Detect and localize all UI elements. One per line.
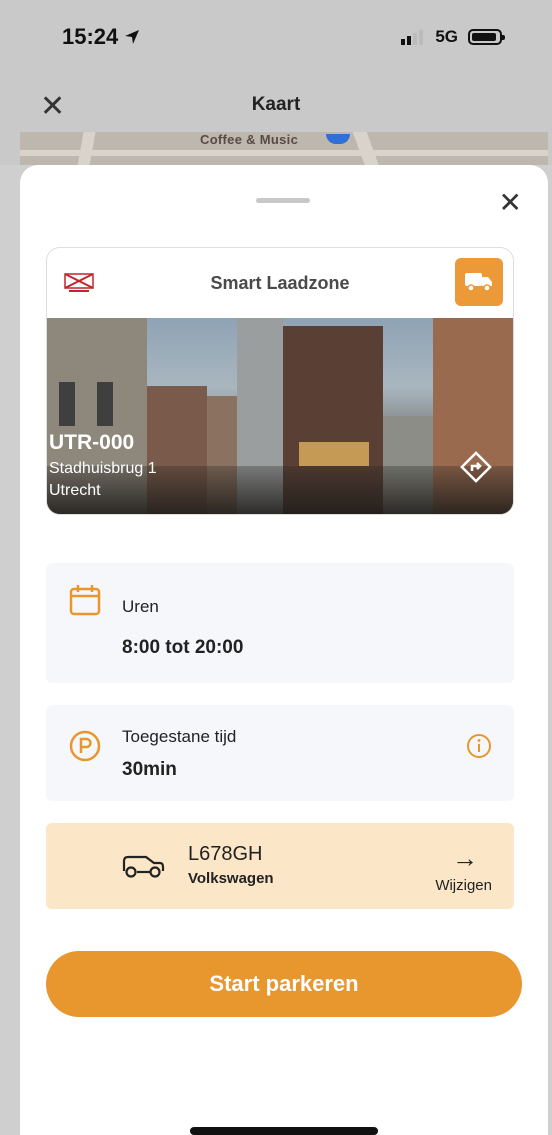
signal-icon bbox=[401, 30, 424, 45]
zone-card: Smart Laadzone UTR-000 Stadhuisbrug 1 Ut… bbox=[46, 247, 514, 515]
allowed-time-value: 30min bbox=[122, 759, 177, 780]
start-parking-button[interactable]: Start parkeren bbox=[46, 951, 522, 1017]
zone-title: Smart Laadzone bbox=[210, 272, 350, 293]
map-poi-label: Coffee & Music bbox=[200, 132, 299, 147]
truck-badge bbox=[455, 258, 503, 306]
change-vehicle-link[interactable]: Wijzigen bbox=[435, 877, 492, 894]
status-time: 15:24 bbox=[62, 24, 140, 50]
hours-label: Uren bbox=[122, 597, 159, 616]
municipality-logo-icon bbox=[64, 273, 94, 292]
hours-box: Uren 8:00 tot 20:00 bbox=[46, 563, 514, 683]
truck-icon bbox=[465, 273, 492, 292]
status-bar: 15:24 5G bbox=[62, 22, 505, 52]
zone-header: Smart Laadzone bbox=[47, 248, 513, 318]
home-indicator[interactable] bbox=[190, 1127, 378, 1135]
sheet-close-icon[interactable]: ✕ bbox=[499, 189, 522, 217]
allowed-time-box: Toegestane tijd 30min bbox=[46, 705, 514, 801]
vehicle-plate: L678GH bbox=[188, 843, 263, 865]
parking-icon bbox=[69, 730, 101, 762]
bottom-sheet: ✕ Smart Laadzone UTR-000 Stadhuisbrug 1 … bbox=[20, 165, 548, 1135]
page-title: Kaart bbox=[251, 94, 301, 115]
location-arrow-icon bbox=[125, 30, 140, 44]
zone-street: Stadhuisbrug 1 bbox=[49, 460, 157, 477]
zone-code: UTR-000 bbox=[49, 431, 135, 454]
directions-icon[interactable] bbox=[459, 450, 493, 484]
arrow-right-icon[interactable]: → bbox=[452, 845, 478, 871]
car-icon bbox=[122, 855, 165, 878]
zone-city: Utrecht bbox=[49, 482, 101, 499]
vehicle-brand: Volkswagen bbox=[188, 870, 274, 887]
map-background: Coffee & Music 15:24 5G ✕ Kaart bbox=[0, 0, 552, 165]
info-icon[interactable] bbox=[466, 733, 492, 759]
vehicle-box[interactable]: L678GH Volkswagen → Wijzigen bbox=[46, 823, 514, 909]
zone-photo: UTR-000 Stadhuisbrug 1 Utrecht bbox=[47, 318, 513, 514]
battery-icon bbox=[468, 29, 505, 45]
network-type: 5G bbox=[435, 27, 458, 46]
status-time-text: 15:24 bbox=[62, 24, 119, 49]
hours-value: 8:00 tot 20:00 bbox=[122, 637, 244, 658]
calendar-icon bbox=[69, 585, 101, 616]
sheet-grabber[interactable] bbox=[256, 198, 310, 203]
allowed-time-label: Toegestane tijd bbox=[122, 727, 237, 746]
